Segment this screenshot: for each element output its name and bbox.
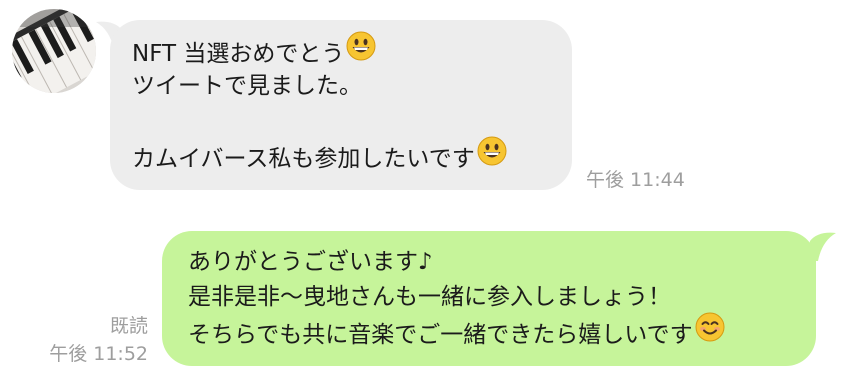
incoming-timestamp: 午後 11:44 — [586, 169, 685, 191]
contact-avatar[interactable] — [12, 9, 96, 93]
message-line: カムイバース私も参加したいです — [132, 136, 572, 177]
message-line — [132, 104, 572, 139]
message-line: NFT 当選おめでとう — [132, 31, 572, 72]
piano-keys-image — [12, 9, 96, 93]
message-line: ありがとうございます♪ — [188, 249, 433, 275]
read-receipt: 既読 — [109, 315, 148, 337]
smiling-face-icon — [695, 312, 725, 353]
outgoing-timestamp: 午後 11:52 — [49, 343, 148, 365]
message-line: ツイートで見ました。 — [132, 73, 362, 99]
outgoing-message-bubble[interactable]: ありがとうございます♪ 是非是非〜曳地さんも一緒に参入しましょう！ そちらでも共… — [162, 231, 816, 366]
grinning-face-icon — [346, 31, 376, 72]
grinning-face-icon — [477, 136, 507, 177]
message-line: そちらでも共に音楽でご一緒できたら嬉しいです — [188, 312, 816, 353]
message-line: 是非是非〜曳地さんも一緒に参入しましょう！ — [188, 284, 671, 310]
incoming-message-bubble[interactable]: NFT 当選おめでとう ツイートで見ました。 カムイバース私も参加したいです — [110, 20, 572, 190]
